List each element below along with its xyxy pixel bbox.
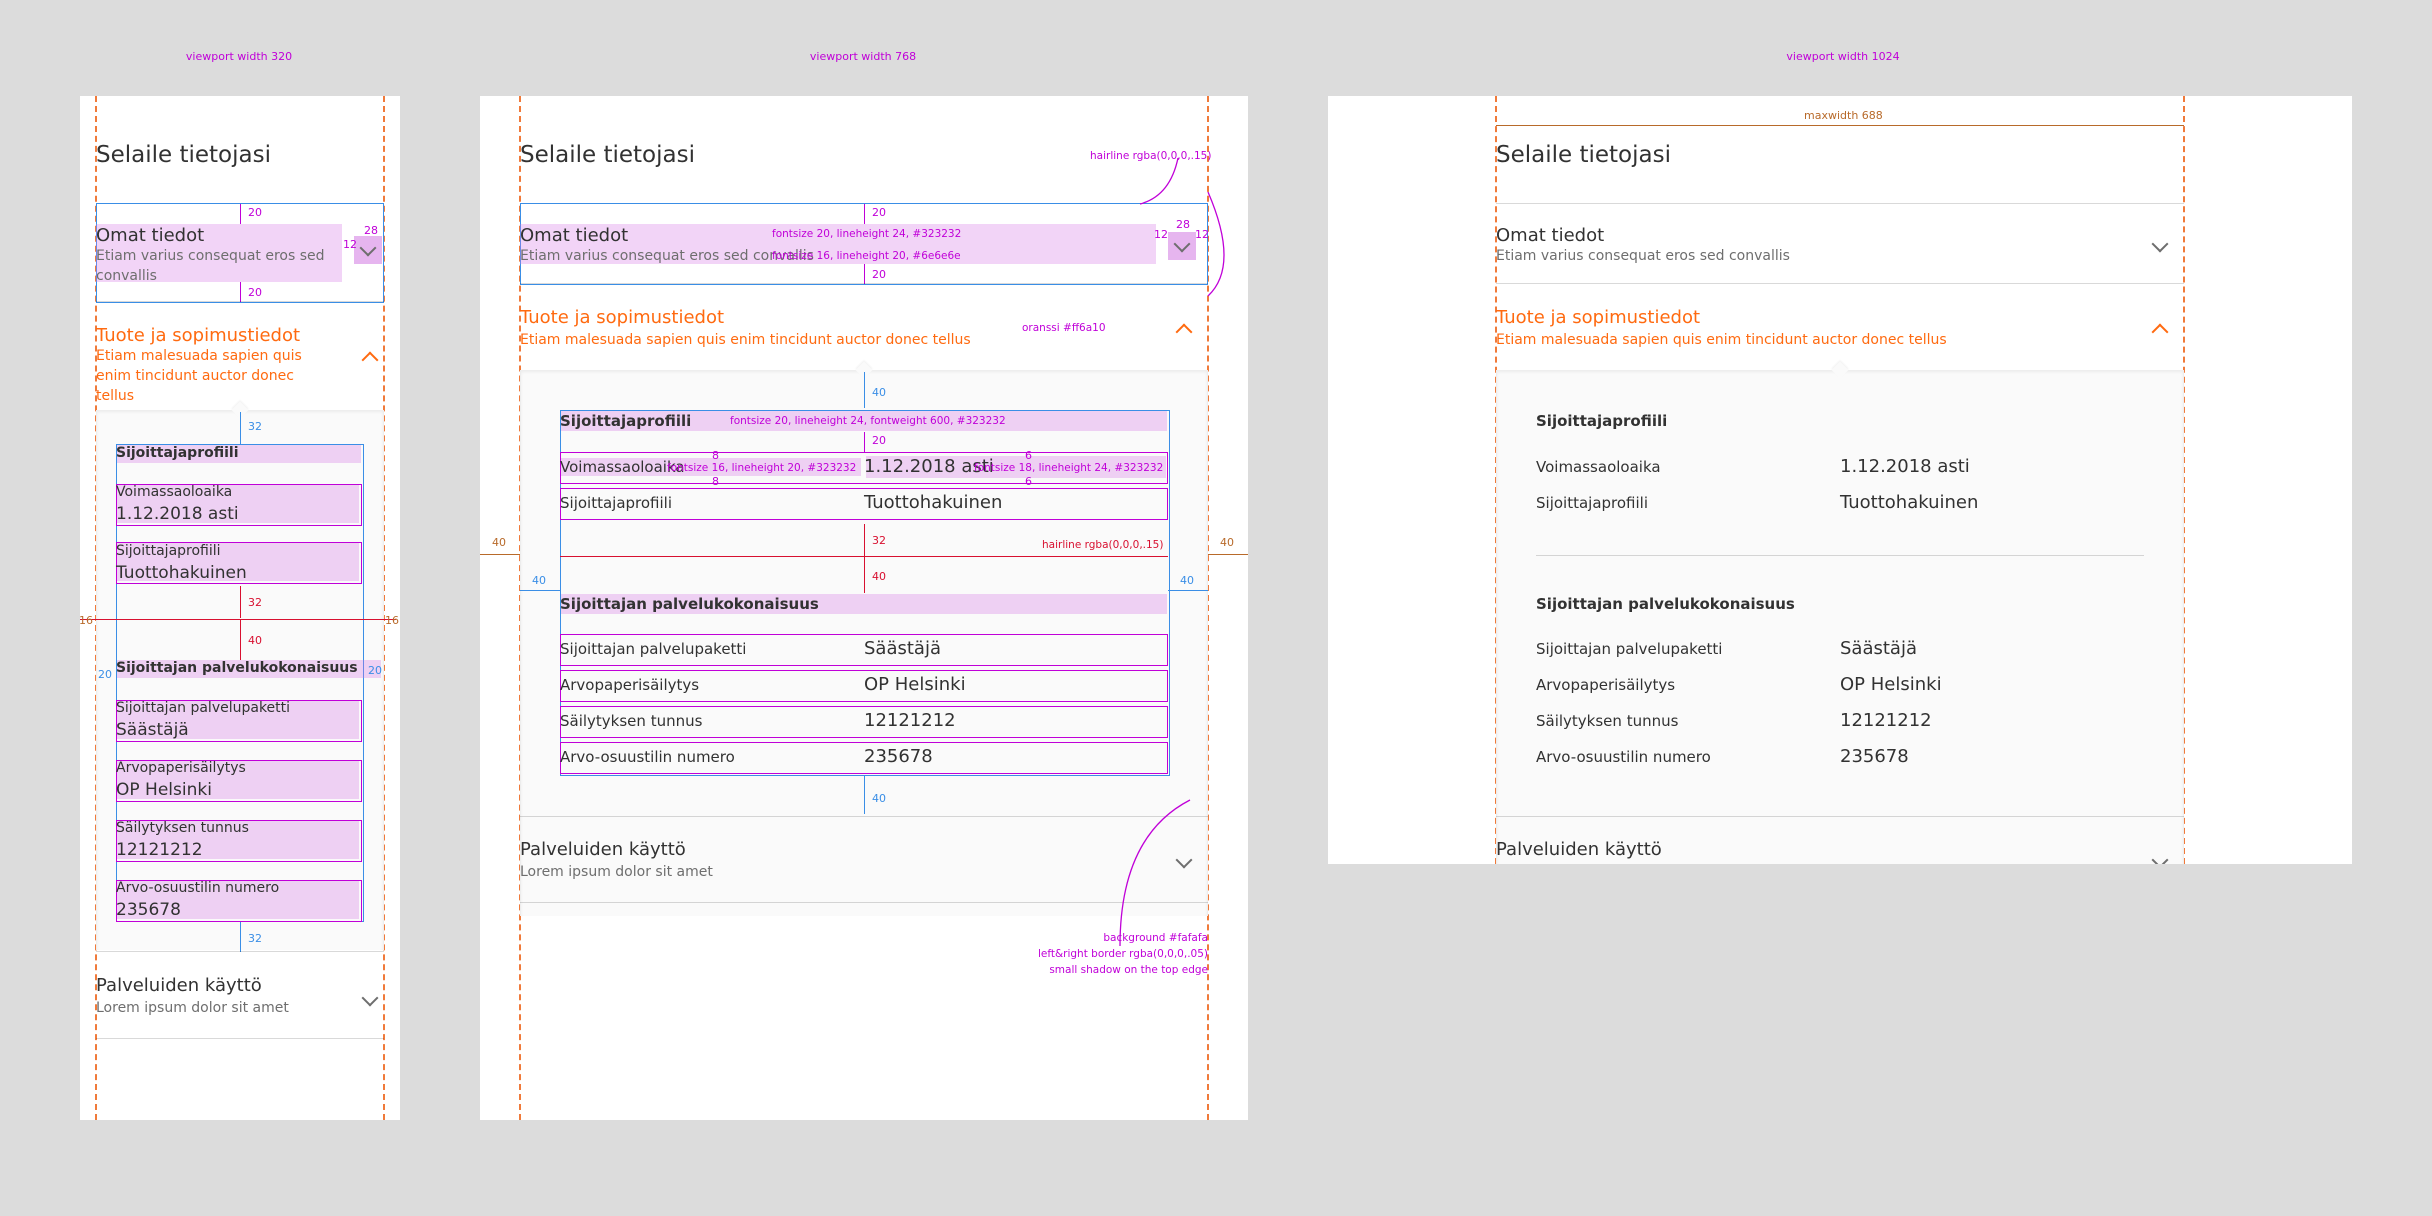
measure-label: 40 bbox=[248, 634, 262, 647]
divider bbox=[96, 1038, 384, 1039]
measure-line bbox=[240, 620, 241, 660]
measure-line bbox=[240, 204, 241, 224]
row-label: Sijoittajan palvelupaketti bbox=[116, 700, 291, 716]
row-label: Arvo-osuustilin numero bbox=[116, 880, 280, 896]
row-value: 1.12.2018 asti bbox=[1840, 456, 1970, 477]
row-label: Säilytyksen tunnus bbox=[1536, 712, 1679, 730]
row-value: 12121212 bbox=[116, 840, 203, 860]
section-subtitle-omat: Etiam varius consequat eros sed convalli… bbox=[96, 248, 325, 284]
row-value: Säästäjä bbox=[116, 720, 189, 740]
section-title-omat[interactable]: Omat tiedot bbox=[1496, 224, 1604, 248]
hairline-marker bbox=[80, 619, 396, 620]
chevron-up-icon[interactable] bbox=[361, 351, 379, 369]
page-title: Selaile tietojasi bbox=[1496, 142, 1671, 168]
page-title: Selaile tietojasi bbox=[96, 142, 271, 168]
divider bbox=[96, 301, 384, 302]
expanded-panel bbox=[1496, 370, 2184, 864]
section-title-tuote[interactable]: Tuote ja sopimustiedot bbox=[1496, 306, 1700, 330]
divider bbox=[96, 951, 384, 952]
row-value: OP Helsinki bbox=[1840, 674, 1942, 695]
measure-label: 20 bbox=[368, 664, 382, 677]
group-heading: Sijoittajaprofiili bbox=[116, 445, 239, 461]
measure-label: 32 bbox=[248, 932, 262, 945]
row-value: Tuottohakuinen bbox=[116, 563, 247, 583]
viewport-label-320: viewport width 320 bbox=[185, 50, 293, 63]
section-title-tuote[interactable]: Tuote ja sopimustiedot bbox=[96, 324, 300, 348]
row-value: 235678 bbox=[116, 900, 181, 920]
section-title-omat[interactable]: Omat tiedot bbox=[96, 224, 204, 248]
measure-label: 16 bbox=[80, 614, 93, 627]
measure-label: 28 bbox=[364, 224, 378, 237]
measure-label: 32 bbox=[248, 420, 262, 433]
row-value: 1.12.2018 asti bbox=[116, 504, 239, 524]
maxwidth-marker bbox=[1496, 125, 2184, 126]
row-value: 235678 bbox=[1840, 746, 1909, 767]
section-title-palvelut[interactable]: Palveluiden käyttö bbox=[1496, 838, 1662, 862]
section-subtitle-tuote: Etiam malesuada sapien quis enim tincidu… bbox=[96, 348, 302, 404]
measure-label: 20 bbox=[248, 206, 262, 219]
divider bbox=[1496, 283, 2184, 284]
row-label: Sijoittajaprofiili bbox=[116, 543, 221, 559]
row-label: Sijoittajan palvelupaketti bbox=[1536, 640, 1723, 658]
chevron-down-icon[interactable] bbox=[361, 989, 379, 1007]
measure-label: 12 bbox=[343, 238, 357, 251]
frame-320: Selaile tietojasi 20 Omat tiedot Etiam v… bbox=[80, 96, 400, 1120]
row-value: 12121212 bbox=[1840, 710, 1932, 731]
frame-768: Selaile tietojasi hairline rgba(0,0,0,.1… bbox=[480, 96, 1248, 1120]
measure-line bbox=[240, 412, 241, 444]
row-label: Arvopaperisäilytys bbox=[116, 760, 246, 776]
row-value: Tuottohakuinen bbox=[1840, 492, 1979, 513]
group-heading: Sijoittajan palvelukokonaisuus bbox=[116, 660, 358, 676]
row-label: Arvopaperisäilytys bbox=[1536, 676, 1676, 694]
measure-label: 32 bbox=[248, 596, 262, 609]
annotation-maxwidth: maxwidth 688 bbox=[1804, 109, 1883, 122]
chevron-down-icon[interactable] bbox=[2151, 235, 2169, 253]
group-heading: Sijoittajan palvelukokonaisuus bbox=[1536, 595, 1795, 613]
row-value: Säästäjä bbox=[1840, 638, 1917, 659]
section-title-palvelut[interactable]: Palveluiden käyttö bbox=[96, 974, 262, 998]
group-heading: Sijoittajaprofiili bbox=[1536, 412, 1668, 430]
chevron-up-icon[interactable] bbox=[2151, 323, 2169, 341]
measure-label: 20 bbox=[248, 286, 262, 299]
measure-line bbox=[240, 282, 241, 302]
measure-line bbox=[240, 922, 241, 952]
section-subtitle-tuote: Etiam malesuada sapien quis enim tincidu… bbox=[1496, 332, 1947, 348]
row-value: OP Helsinki bbox=[116, 780, 212, 800]
viewport-label-768: viewport width 768 bbox=[809, 50, 917, 63]
row-label: Säilytyksen tunnus bbox=[116, 820, 249, 836]
section-subtitle-palvelut: Lorem ipsum dolor sit amet bbox=[96, 1000, 289, 1016]
annotation-curves bbox=[1119, 157, 1225, 947]
section-subtitle-omat: Etiam varius consequat eros sed convalli… bbox=[1496, 248, 1790, 264]
measure-label: 20 bbox=[98, 668, 112, 681]
measure-label: 16 bbox=[385, 614, 399, 627]
row-label: Arvo-osuustilin numero bbox=[1536, 748, 1711, 766]
frame-1024: maxwidth 688 Selaile tietojasi Omat tied… bbox=[1328, 96, 2352, 864]
divider bbox=[1536, 555, 2144, 556]
viewport-label-1024: viewport width 1024 bbox=[1786, 50, 1900, 63]
divider bbox=[1496, 816, 2184, 817]
measure-line bbox=[240, 586, 241, 618]
row-label: Sijoittajaprofiili bbox=[1536, 494, 1649, 512]
row-label: Voimassaoloaika bbox=[1536, 458, 1661, 476]
divider bbox=[1496, 203, 2184, 204]
row-label: Voimassaoloaika bbox=[116, 484, 233, 500]
